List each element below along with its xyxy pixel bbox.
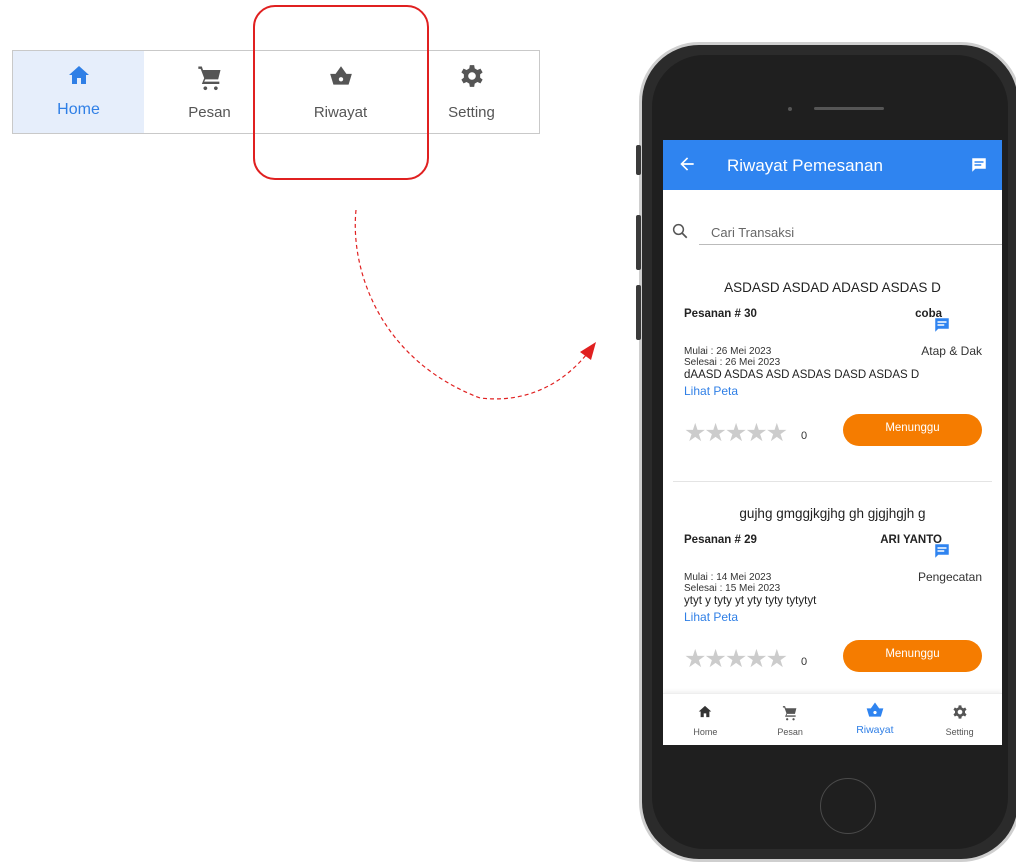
end-date: Selesai : 15 Mei 2023 (684, 583, 781, 594)
order-number: Pesanan # 29 (684, 534, 757, 546)
nav-label-home: Home (57, 101, 100, 118)
home-button[interactable] (820, 778, 876, 834)
back-arrow-icon[interactable] (677, 154, 697, 174)
order-title: gujhg gmggjkgjhg gh gjgjhgjh g (739, 506, 926, 521)
app-screen: Riwayat Pemesanan ASDASD ASDAD ADASD ASD… (663, 140, 1002, 745)
service-type: Pengecatan (917, 570, 982, 584)
order-number: Pesanan # 30 (684, 308, 757, 320)
nav-item-pesan[interactable]: Pesan (748, 694, 833, 745)
status-button[interactable]: Menunggu (843, 414, 982, 446)
message-icon[interactable] (933, 542, 951, 560)
home-icon (699, 705, 712, 718)
order-description: dAASD ASDAS ASD ASDAS DASD ASDAS D (684, 369, 920, 381)
highlight-box (253, 5, 429, 180)
nav-item-home[interactable]: Home (663, 694, 748, 745)
order-card[interactable]: gujhg gmggjkgjhg gh gjgjhgjh g Pesanan #… (663, 506, 1002, 722)
order-card[interactable]: ASDASD ASDAD ADASD ASDAS D Pesanan # 30 … (663, 280, 1002, 496)
divider (673, 481, 992, 482)
nav-item-setting[interactable]: Setting (917, 694, 1002, 745)
cart-icon (197, 66, 220, 91)
gear-icon (953, 705, 967, 719)
gear-icon (460, 65, 483, 87)
page-title: Riwayat Pemesanan (727, 156, 883, 175)
rating-value: 0 (801, 656, 808, 668)
bottom-nav: Home Pesan Riwayat Setting (663, 693, 1002, 745)
front-camera (788, 107, 792, 111)
service-type: Atap & Dak (921, 344, 982, 358)
map-link[interactable]: Lihat Peta (684, 384, 738, 398)
cart-icon (783, 706, 797, 721)
status-button[interactable]: Menunggu (843, 640, 982, 672)
rating-stars[interactable]: ★★★★★ (684, 644, 788, 674)
curved-arrow (354, 209, 596, 400)
end-date: Selesai : 26 Mei 2023 (684, 357, 781, 368)
start-date: Mulai : 14 Mei 2023 (684, 572, 772, 583)
map-link[interactable]: Lihat Peta (684, 610, 738, 624)
order-title: ASDASD ASDAD ADASD ASDAS D (724, 280, 941, 295)
search-bar (671, 220, 1002, 248)
speaker-grille (814, 107, 884, 110)
nav-label-setting: Setting (945, 727, 974, 737)
start-date: Mulai : 26 Mei 2023 (684, 346, 772, 357)
rating-stars[interactable]: ★★★★★ (684, 418, 788, 448)
home-icon (68, 66, 89, 84)
basket-icon (866, 702, 884, 717)
search-icon (672, 223, 688, 239)
search-input[interactable] (699, 220, 1002, 245)
chat-icon[interactable] (970, 156, 988, 174)
order-description: ytyt y tyty yt yty tyty tytytyt (684, 595, 817, 607)
nav-label-riwayat: Riwayat (856, 724, 894, 736)
nav-item-riwayat[interactable]: Riwayat (833, 694, 918, 745)
rating-value: 0 (801, 430, 808, 442)
message-icon[interactable] (933, 316, 951, 334)
nav-label-pesan: Pesan (777, 727, 803, 737)
nav-item-home[interactable]: Home (13, 51, 144, 133)
nav-label-home: Home (693, 727, 718, 737)
app-bar: Riwayat Pemesanan (663, 140, 1002, 190)
